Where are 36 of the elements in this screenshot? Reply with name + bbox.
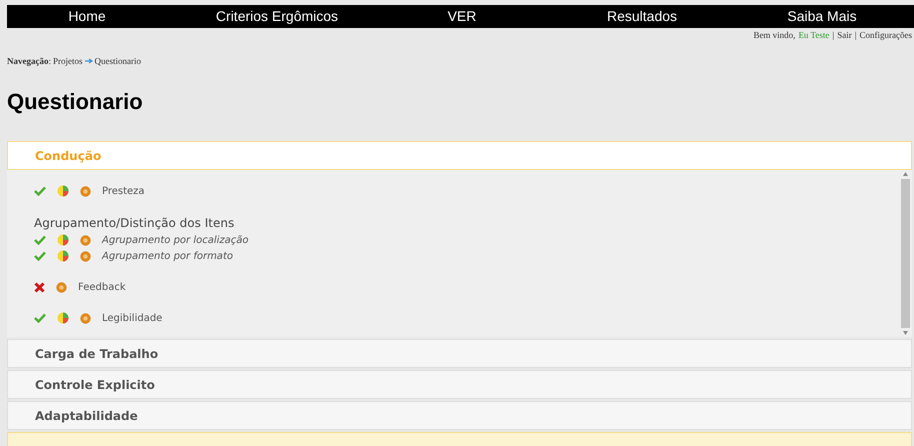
accordion-header[interactable]: Adaptabilidade	[7, 401, 912, 430]
help-icon[interactable]	[80, 312, 91, 324]
separator: |	[854, 29, 857, 42]
page-title: Questionario	[7, 88, 144, 116]
help-icon[interactable]	[56, 282, 67, 292]
pie-chart-icon[interactable]	[57, 312, 69, 324]
nav-link[interactable]: VER	[387, 6, 537, 27]
accordion-header[interactable]: Carga de Trabalho	[7, 339, 912, 368]
criterion-link[interactable]: Legibilidade	[102, 310, 162, 326]
group-heading: Agrupamento/Distinção dos Itens	[34, 215, 236, 232]
settings-link[interactable]: Configurações	[860, 29, 912, 42]
pie-chart-icon[interactable]	[57, 185, 69, 197]
criterion-link[interactable]: Agrupamento por formato	[102, 248, 233, 264]
nav-link[interactable]: Criterios Ergômicos	[167, 6, 387, 27]
arrow-icon	[84, 58, 93, 64]
help-icon[interactable]	[80, 234, 91, 246]
scroll-up-arrow-icon[interactable]	[903, 172, 908, 176]
logout-link[interactable]: Sair	[837, 29, 852, 42]
criterion-link[interactable]: Agrupamento por localização	[102, 232, 249, 248]
separator: |	[832, 29, 834, 42]
breadcrumb-label: Navegação:	[7, 54, 52, 68]
criterion-link[interactable]: Presteza	[102, 184, 145, 198]
breadcrumb-link[interactable]: Projetos	[53, 54, 83, 68]
greeting-text: Bem vindo,	[753, 29, 796, 42]
criterion-link[interactable]: Feedback	[78, 280, 126, 294]
scrollbar-thumb[interactable]	[901, 179, 910, 328]
nav-link[interactable]: Saiba Mais	[747, 6, 897, 27]
help-icon[interactable]	[80, 186, 91, 196]
pie-chart-icon[interactable]	[57, 234, 69, 246]
nav-link[interactable]: Resultados	[537, 6, 747, 27]
breadcrumb-link[interactable]: Questionario	[94, 54, 142, 68]
accordion-header[interactable]: Controle Explicito	[7, 370, 912, 399]
nav-link[interactable]: Home	[7, 6, 167, 27]
pie-chart-icon[interactable]	[57, 250, 69, 262]
help-icon[interactable]	[80, 250, 91, 262]
scroll-down-arrow-icon[interactable]	[903, 331, 908, 335]
